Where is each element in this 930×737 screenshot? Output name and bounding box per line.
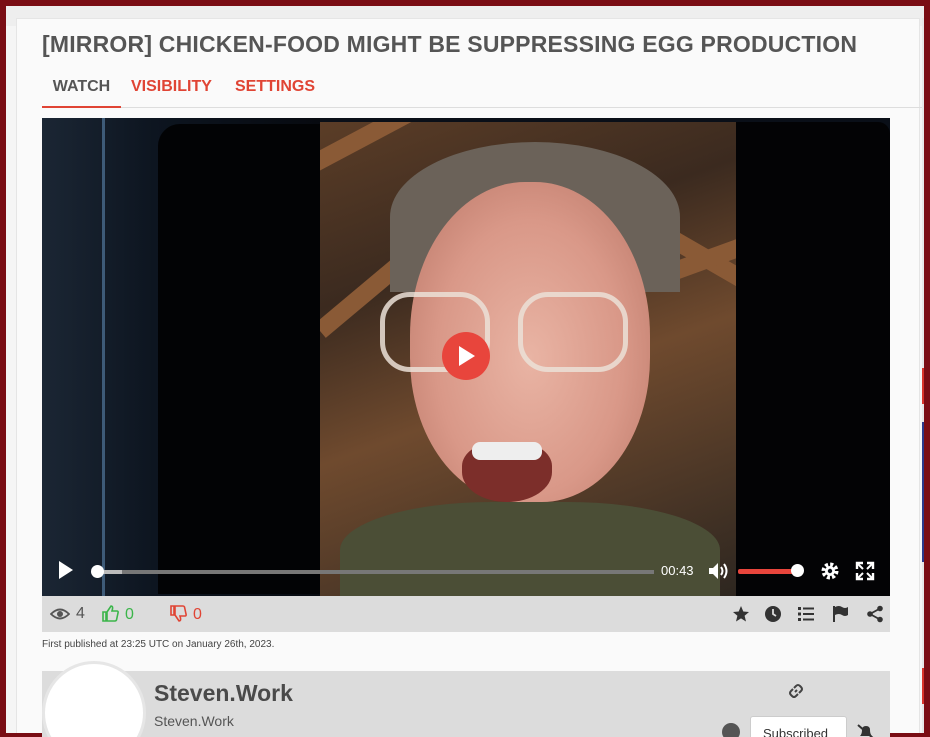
video-frame <box>320 122 736 596</box>
star-icon[interactable] <box>732 605 750 623</box>
share-icon[interactable] <box>866 605 884 623</box>
like-button[interactable]: 0 <box>102 605 134 624</box>
video-left-pane <box>42 118 338 596</box>
big-play-button[interactable] <box>442 332 490 380</box>
tab-visibility[interactable]: VISIBILITY <box>131 72 212 108</box>
link-icon[interactable] <box>788 683 804 699</box>
settings-gear-icon[interactable] <box>820 561 840 581</box>
volume-knob[interactable] <box>791 564 804 577</box>
video-stats-bar: 4 0 0 <box>42 596 890 632</box>
subscribe-button[interactable]: Subscribed <box>750 716 847 737</box>
fullscreen-icon[interactable] <box>855 561 875 581</box>
tab-bar: WATCH VISIBILITY SETTINGS <box>42 72 922 108</box>
video-player[interactable]: 00:43 <box>42 118 890 596</box>
channel-panel: Steven.Work Steven.Work Subscribed <box>42 661 890 737</box>
volume-icon[interactable] <box>708 561 730 581</box>
clock-icon[interactable] <box>764 605 782 623</box>
flag-icon[interactable] <box>831 605 849 623</box>
list-icon[interactable] <box>797 605 815 623</box>
channel-avatar[interactable] <box>42 661 146 737</box>
channel-name[interactable]: Steven.Work <box>154 680 293 707</box>
progress-knob[interactable] <box>91 565 104 578</box>
tip-coin-icon[interactable] <box>722 723 740 737</box>
video-title: [MIRROR] CHICKEN-FOOD MIGHT BE SUPPRESSI… <box>42 31 858 57</box>
notification-bell-off-icon[interactable] <box>856 723 876 737</box>
tab-settings[interactable]: SETTINGS <box>235 72 315 108</box>
sidebar-strip <box>922 18 924 733</box>
thumbs-up-icon <box>102 605 119 622</box>
play-icon[interactable] <box>58 560 74 580</box>
current-time: 00:43 <box>661 563 694 578</box>
tab-watch[interactable]: WATCH <box>42 72 121 108</box>
player-controls: 00:43 <box>42 548 890 596</box>
view-count-value: 4 <box>76 605 85 622</box>
view-count: 4 <box>49 605 85 623</box>
dislike-count: 0 <box>193 606 202 623</box>
publish-date: First published at 23:25 UTC on January … <box>42 639 275 650</box>
eye-icon <box>49 608 71 620</box>
like-count: 0 <box>125 606 134 623</box>
video-right-pane <box>736 122 890 596</box>
channel-handle: Steven.Work <box>154 713 234 729</box>
dislike-button[interactable]: 0 <box>170 605 202 624</box>
thumbs-down-icon <box>170 605 187 622</box>
progress-bar[interactable] <box>91 565 654 578</box>
